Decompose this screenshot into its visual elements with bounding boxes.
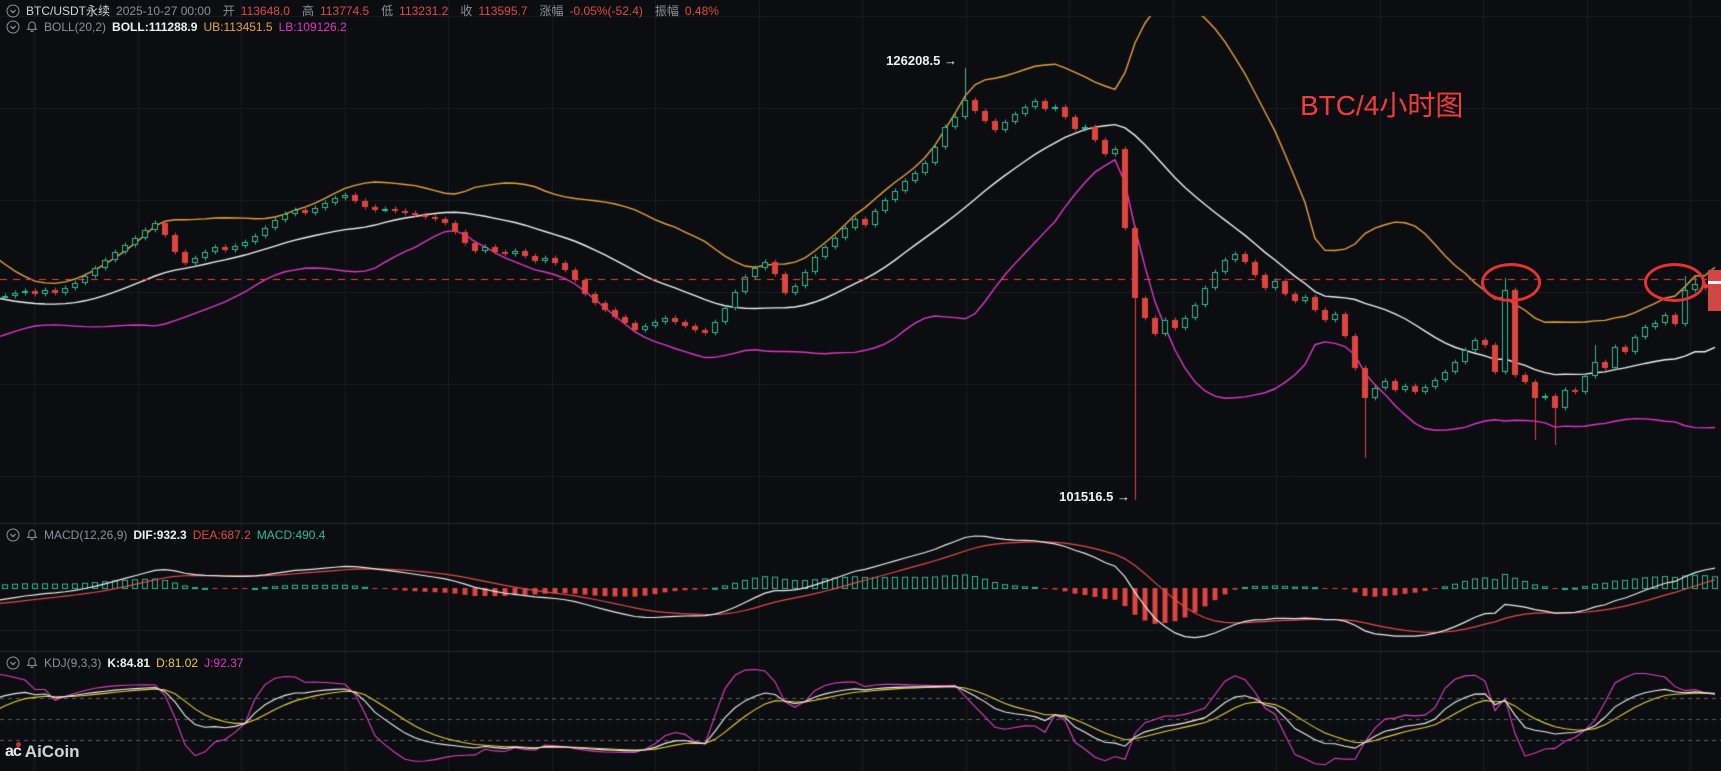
indicator-row-boll: BOLL(20,2) BOLL:111288.9 UB:113451.5 LB:… — [6, 20, 347, 34]
alert-bell-icon[interactable] — [26, 657, 38, 669]
macd-hist-value: MACD:490.4 — [256, 528, 326, 542]
open-label: 开 — [222, 4, 235, 18]
trading-chart-app: BTC/USDT永续 2025-10-27 00:00 开 113648.0 高… — [0, 0, 1721, 771]
open-value: 113648.0 — [240, 3, 290, 18]
collapse-chevron-icon[interactable] — [6, 20, 20, 34]
boll-name[interactable]: BOLL(20,2) — [44, 20, 106, 34]
header-row-symbol: BTC/USDT永续 2025-10-27 00:00 开 113648.0 高… — [6, 2, 719, 19]
kdj-name[interactable]: KDJ(9,3,3) — [44, 656, 101, 670]
macd-name[interactable]: MACD(12,26,9) — [44, 528, 127, 542]
collapse-chevron-icon[interactable] — [6, 656, 20, 670]
indicator-row-kdj: KDJ(9,3,3) K:84.81 D:81.02 J:92.37 — [6, 656, 243, 670]
high-label: 高 — [301, 4, 314, 18]
alert-bell-icon[interactable] — [26, 21, 38, 33]
change-value: -0.05%(-52.4) — [569, 3, 643, 18]
close-label: 收 — [460, 4, 473, 18]
boll-lb-value: LB:109126.2 — [278, 20, 347, 34]
kdj-d-value: D:81.02 — [156, 656, 199, 670]
amplitude-label: 振幅 — [654, 4, 679, 18]
macd-dif-value: DIF:932.3 — [133, 528, 187, 542]
candle-datetime: 2025-10-27 00:00 — [116, 3, 211, 18]
price-chart-canvas[interactable] — [0, 0, 1721, 771]
boll-mid-value: BOLL:111288.9 — [112, 20, 198, 34]
change-label: 涨幅 — [539, 4, 564, 18]
kdj-k-value: K:84.81 — [107, 656, 151, 670]
close-value: 113595.7 — [478, 3, 528, 18]
collapse-chevron-icon[interactable] — [6, 4, 20, 18]
alert-bell-icon[interactable] — [26, 529, 38, 541]
kdj-j-value: J:92.37 — [204, 656, 244, 670]
high-value: 113774.5 — [319, 3, 370, 18]
indicator-row-macd: MACD(12,26,9) DIF:932.3 DEA:687.2 MACD:4… — [6, 528, 325, 542]
low-value: 113231.2 — [399, 3, 449, 18]
boll-ub-value: UB:113451.5 — [203, 20, 273, 34]
collapse-chevron-icon[interactable] — [6, 528, 20, 542]
amplitude-value: 0.48% — [684, 3, 719, 18]
macd-dea-value: DEA:687.2 — [192, 528, 251, 542]
symbol-name[interactable]: BTC/USDT永续 — [26, 2, 110, 19]
low-label: 低 — [381, 4, 394, 18]
